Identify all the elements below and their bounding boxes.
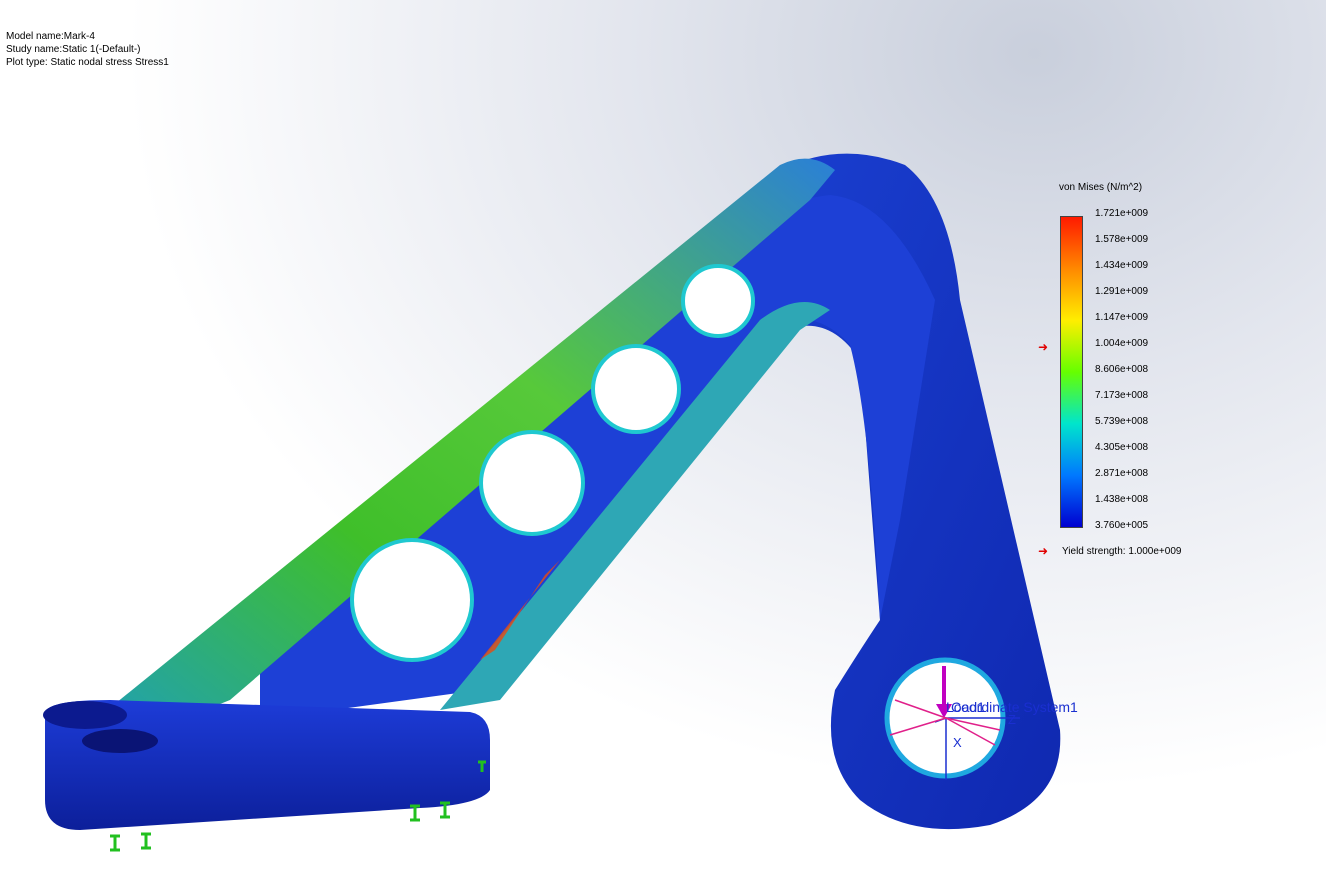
fixture-icon[interactable] — [141, 832, 151, 850]
base-boss-hole-2 — [82, 729, 158, 753]
legend-tick-label: 4.305e+008 — [1095, 442, 1149, 453]
legend-tick-label: 1.721e+009 — [1095, 208, 1149, 219]
legend-tick-label: 2.871e+008 — [1095, 468, 1149, 479]
axis-x-label: X — [953, 735, 962, 750]
hole-2 — [479, 430, 585, 536]
yield-strength-label: Yield strength: 1.000e+009 — [1062, 546, 1182, 557]
axis-z-label: Z — [1008, 712, 1016, 727]
legend-tick-label: 3.760e+005 — [1095, 520, 1149, 531]
web-plate — [260, 195, 935, 720]
fixture-icon[interactable] — [110, 834, 120, 852]
legend-tick-label: 1.147e+009 — [1095, 312, 1149, 323]
legend-tick-label: 1.438e+008 — [1095, 494, 1149, 505]
legend-tick-label: 1.578e+009 — [1095, 234, 1149, 245]
yield-marker-arrow-icon: ➜ — [1038, 340, 1049, 354]
base-boss-hole-1 — [43, 701, 127, 729]
legend-tick-label: 5.739e+008 — [1095, 416, 1149, 427]
legend-tick-label: 7.173e+008 — [1095, 390, 1149, 401]
legend-tick-label: 1.291e+009 — [1095, 286, 1149, 297]
hole-1 — [350, 538, 474, 662]
legend-tick-label: 1.434e+009 — [1095, 260, 1149, 271]
hole-4 — [681, 264, 755, 338]
legend-title: von Mises (N/m^2) — [1059, 182, 1143, 193]
legend-tick-label: 1.004e+009 — [1095, 338, 1149, 349]
hole-3 — [591, 344, 681, 434]
bracket-part — [43, 153, 1061, 830]
yield-label-arrow-icon: ➜ — [1038, 544, 1049, 558]
legend-tick-label: 8.606e+008 — [1095, 364, 1149, 375]
legend-color-bar[interactable] — [1060, 216, 1083, 528]
